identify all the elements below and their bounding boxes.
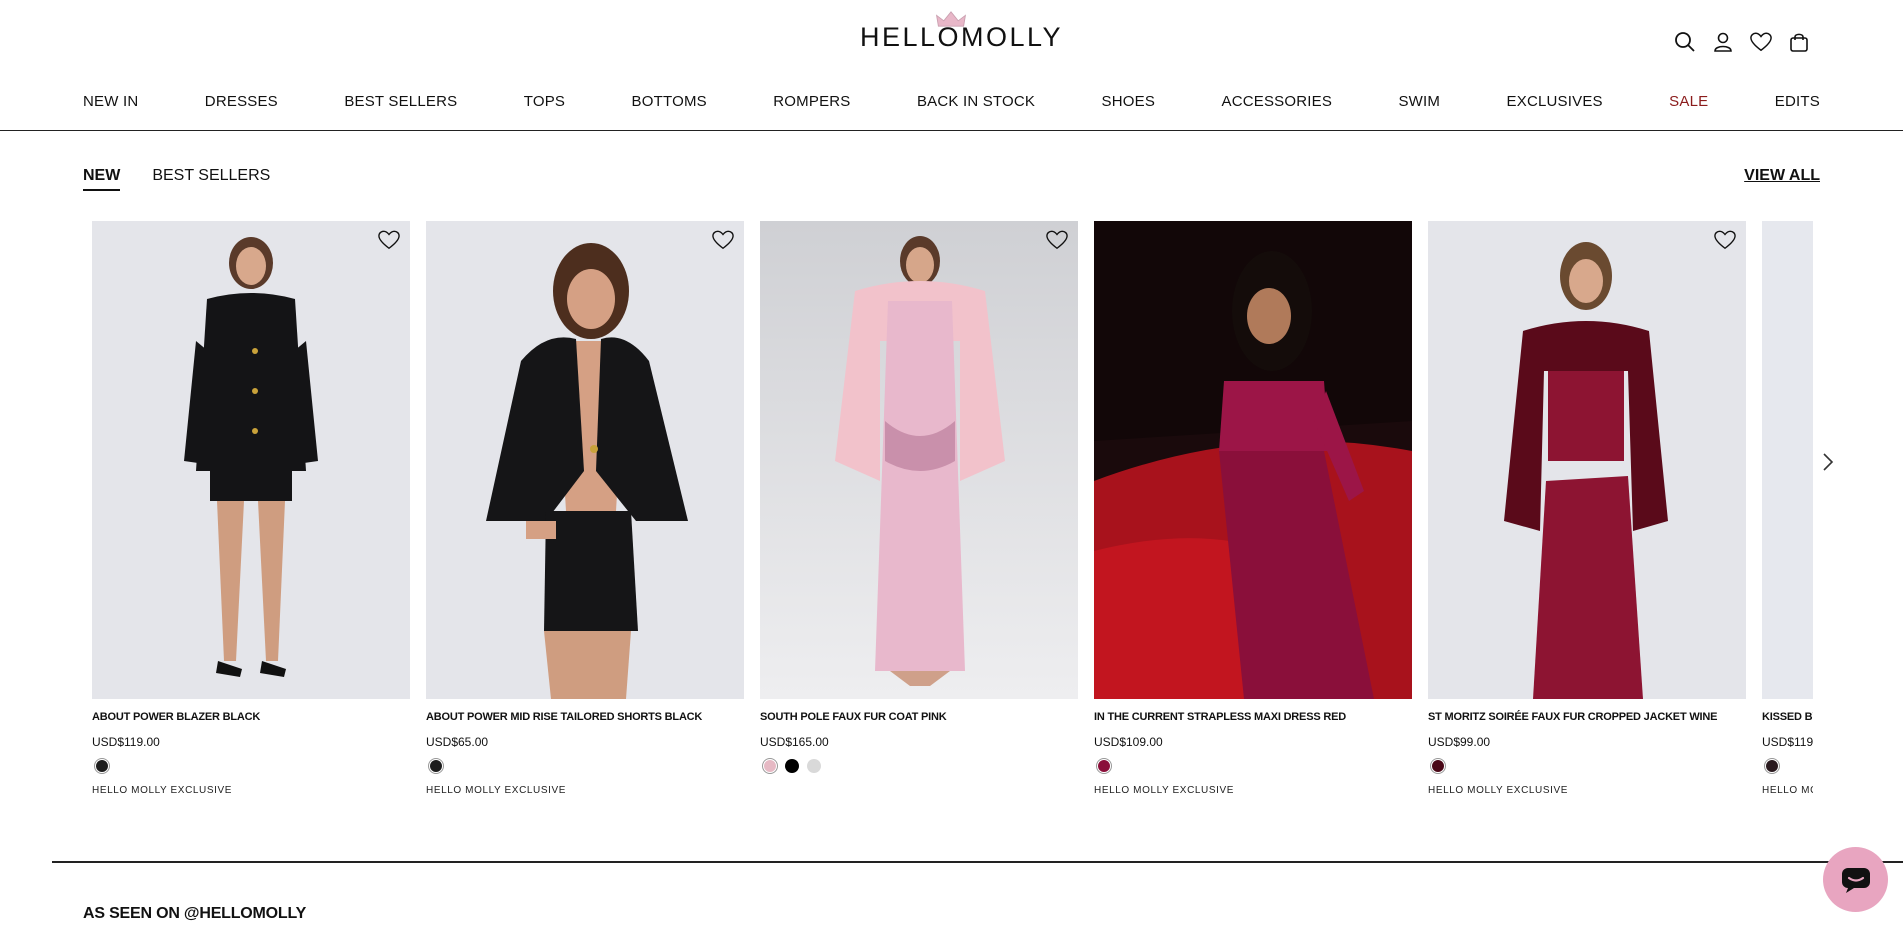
product-image[interactable] bbox=[760, 221, 1078, 699]
bag-icon[interactable] bbox=[1787, 30, 1811, 54]
chat-icon bbox=[1841, 867, 1870, 893]
chat-button[interactable] bbox=[1823, 847, 1888, 912]
tab-best-sellers[interactable]: BEST SELLERS bbox=[152, 167, 270, 191]
nav-exclusives[interactable]: EXCLUSIVES bbox=[1507, 93, 1603, 110]
product-image[interactable] bbox=[426, 221, 744, 699]
site-header: HELLOMOLLY NEW IN DRESSES BEST SELLERS T… bbox=[0, 0, 1903, 131]
product-image[interactable] bbox=[92, 221, 410, 699]
product-card[interactable]: IN THE CURRENT STRAPLESS MAXI DRESS RED … bbox=[1094, 221, 1412, 796]
color-swatches bbox=[1094, 757, 1412, 775]
product-card[interactable]: SOUTH POLE FAUX FUR COAT PINK USD$165.00 bbox=[760, 221, 1078, 785]
color-swatches bbox=[1428, 757, 1746, 775]
wishlist-heart-icon[interactable] bbox=[1714, 229, 1736, 251]
color-swatch[interactable] bbox=[1764, 758, 1780, 774]
logo[interactable]: HELLOMOLLY bbox=[860, 10, 1064, 58]
swatch-fill bbox=[764, 760, 776, 772]
swatch-fill bbox=[430, 760, 442, 772]
color-swatch[interactable] bbox=[428, 758, 444, 774]
product-name[interactable]: ABOUT POWER BLAZER BLACK bbox=[92, 711, 410, 723]
view-all-link[interactable]: VIEW ALL bbox=[1744, 167, 1820, 185]
color-swatch[interactable] bbox=[806, 758, 822, 774]
account-icon[interactable] bbox=[1711, 30, 1735, 54]
product-price: USD$165.00 bbox=[760, 735, 829, 749]
main-nav: NEW IN DRESSES BEST SELLERS TOPS BOTTOMS… bbox=[83, 93, 1820, 110]
product-name[interactable]: ST MORITZ SOIRÉE FAUX FUR CROPPED JACKET… bbox=[1428, 711, 1746, 723]
product-carousel: ABOUT POWER BLAZER BLACK USD$119.00 HELL… bbox=[92, 221, 1813, 801]
swatch-fill bbox=[807, 759, 821, 773]
color-swatches bbox=[426, 757, 744, 775]
product-card[interactable]: ABOUT POWER BLAZER BLACK USD$119.00 HELL… bbox=[92, 221, 410, 796]
product-price: USD$65.00 bbox=[426, 735, 489, 749]
swatch-fill bbox=[1432, 760, 1444, 772]
wishlist-heart-icon[interactable] bbox=[712, 229, 734, 251]
product-image[interactable] bbox=[1762, 221, 1813, 699]
search-icon[interactable] bbox=[1673, 30, 1697, 54]
product-card[interactable]: ABOUT POWER MID RISE TAILORED SHORTS BLA… bbox=[426, 221, 744, 796]
product-name[interactable]: SOUTH POLE FAUX FUR COAT PINK bbox=[760, 711, 1078, 723]
nav-edits[interactable]: EDITS bbox=[1775, 93, 1820, 110]
nav-best-sellers[interactable]: BEST SELLERS bbox=[344, 93, 457, 110]
nav-swim[interactable]: SWIM bbox=[1398, 93, 1440, 110]
exclusive-tag: HELLO MOLLY EXCLUSIVE bbox=[1428, 785, 1569, 796]
nav-bottoms[interactable]: BOTTOMS bbox=[632, 93, 707, 110]
tab-new[interactable]: NEW bbox=[83, 167, 121, 191]
product-price: USD$119.00 bbox=[92, 735, 160, 749]
product-price: USD$119 bbox=[1762, 735, 1813, 749]
exclusive-tag: HELLO MOLLY EXCLUSIVE bbox=[92, 785, 233, 796]
swatch-fill bbox=[785, 759, 799, 773]
color-swatch[interactable] bbox=[784, 758, 800, 774]
product-card[interactable]: ST MORITZ SOIRÉE FAUX FUR CROPPED JACKET… bbox=[1428, 221, 1746, 796]
section-divider bbox=[52, 861, 1903, 863]
swatch-fill bbox=[96, 760, 108, 772]
exclusive-tag: HELLO MOLLY EXCLUSIVE bbox=[426, 785, 567, 796]
nav-new-in[interactable]: NEW IN bbox=[83, 93, 138, 110]
product-image[interactable] bbox=[1428, 221, 1746, 699]
product-name[interactable]: ABOUT POWER MID RISE TAILORED SHORTS BLA… bbox=[426, 711, 744, 723]
nav-dresses[interactable]: DRESSES bbox=[205, 93, 278, 110]
color-swatch[interactable] bbox=[1096, 758, 1112, 774]
swatch-fill bbox=[1766, 760, 1778, 772]
color-swatches bbox=[760, 757, 1078, 775]
color-swatch[interactable] bbox=[94, 758, 110, 774]
product-image[interactable] bbox=[1094, 221, 1412, 699]
carousel-next-icon[interactable] bbox=[1818, 450, 1838, 474]
color-swatches bbox=[92, 757, 410, 775]
color-swatch[interactable] bbox=[762, 758, 778, 774]
header-icons bbox=[1673, 30, 1811, 54]
color-swatches bbox=[1762, 757, 1813, 775]
product-name[interactable]: KISSED BY bbox=[1762, 711, 1813, 723]
swatch-fill bbox=[1098, 760, 1110, 772]
product-card[interactable]: KISSED BY USD$119 HELLO MO bbox=[1762, 221, 1813, 796]
nav-back-in-stock[interactable]: BACK IN STOCK bbox=[917, 93, 1035, 110]
product-name[interactable]: IN THE CURRENT STRAPLESS MAXI DRESS RED bbox=[1094, 711, 1412, 723]
wishlist-heart-icon[interactable] bbox=[1046, 229, 1068, 251]
exclusive-tag: HELLO MO bbox=[1762, 785, 1813, 796]
color-swatch[interactable] bbox=[1430, 758, 1446, 774]
nav-tops[interactable]: TOPS bbox=[524, 93, 565, 110]
product-price: USD$109.00 bbox=[1094, 735, 1163, 749]
exclusive-tag: HELLO MOLLY EXCLUSIVE bbox=[1094, 785, 1235, 796]
nav-sale[interactable]: SALE bbox=[1669, 93, 1708, 110]
as-seen-on-heading: AS SEEN ON @HELLOMOLLY bbox=[83, 905, 307, 922]
logo-text: HELLOMOLLY bbox=[860, 22, 1064, 52]
wishlist-heart-icon[interactable] bbox=[378, 229, 400, 251]
nav-accessories[interactable]: ACCESSORIES bbox=[1221, 93, 1332, 110]
product-tabs: NEW BEST SELLERS bbox=[83, 167, 270, 191]
nav-shoes[interactable]: SHOES bbox=[1102, 93, 1156, 110]
nav-rompers[interactable]: ROMPERS bbox=[773, 93, 850, 110]
wishlist-icon[interactable] bbox=[1749, 30, 1773, 54]
product-price: USD$99.00 bbox=[1428, 735, 1491, 749]
